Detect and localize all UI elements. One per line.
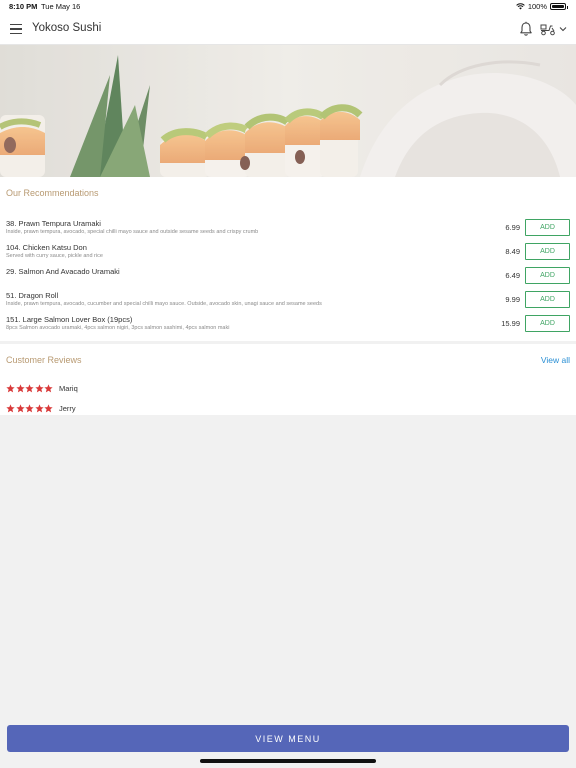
star-icon	[44, 403, 53, 412]
reviewer-name: Mariq	[59, 383, 78, 393]
add-button[interactable]: ADD	[525, 315, 570, 332]
star-icon	[34, 383, 44, 392]
item-name: 29. Salmon And Avacado Uramaki	[6, 267, 120, 276]
add-button[interactable]: ADD	[525, 267, 570, 284]
star-icon	[44, 383, 53, 392]
recommendation-item[interactable]: 38. Prawn Tempura Uramaki Inside, prawn …	[0, 216, 576, 240]
item-price: 9.99	[505, 295, 520, 304]
review-item[interactable]: Mariq	[6, 382, 78, 394]
star-rating	[6, 403, 53, 413]
status-right: 100%	[516, 2, 568, 11]
item-price: 15.99	[501, 319, 520, 328]
review-item[interactable]: Jerry	[6, 402, 76, 414]
item-price: 6.99	[505, 223, 520, 232]
item-description: Inside, prawn tempura, avocado, special …	[6, 229, 259, 235]
recommendation-item[interactable]: 51. Dragon Roll Inside, prawn tempura, a…	[0, 288, 576, 312]
item-price: 6.49	[505, 271, 520, 280]
star-icon	[15, 383, 25, 392]
item-price: 8.49	[505, 247, 520, 256]
battery-percent: 100%	[527, 2, 547, 11]
view-menu-button[interactable]: VIEW MENU	[7, 725, 569, 752]
battery-icon	[550, 3, 568, 10]
star-rating	[6, 383, 53, 393]
item-name: 151. Large Salmon Lover Box (19pcs)	[6, 315, 133, 324]
status-bar: 8:10 PM Tue May 16 100%	[0, 0, 576, 14]
star-icon	[6, 403, 15, 412]
bell-icon[interactable]	[518, 21, 534, 37]
item-name: 104. Chicken Katsu Don	[6, 243, 87, 252]
delivery-scooter-icon[interactable]	[540, 22, 556, 36]
sushi-hero-image	[0, 45, 576, 177]
recommendation-item[interactable]: 29. Salmon And Avacado Uramaki 6.49 ADD	[0, 264, 576, 288]
add-button[interactable]: ADD	[525, 219, 570, 236]
hamburger-menu-icon[interactable]	[10, 24, 22, 35]
item-name: 38. Prawn Tempura Uramaki	[6, 219, 101, 228]
star-icon	[6, 383, 15, 392]
home-indicator	[200, 759, 376, 763]
view-all-link[interactable]: View all	[541, 355, 570, 365]
recommendation-item[interactable]: 151. Large Salmon Lover Box (19pcs) 8pcs…	[0, 312, 576, 336]
item-name: 51. Dragon Roll	[6, 291, 59, 300]
status-date: Tue May 16	[41, 2, 81, 11]
reviews-section: Customer Reviews View all Mariq Jerry	[0, 344, 576, 415]
item-description: Served with curry sauce, pickle and rice	[6, 253, 103, 259]
add-button[interactable]: ADD	[525, 243, 570, 260]
reviewer-name: Jerry	[59, 403, 76, 413]
add-button[interactable]: ADD	[525, 291, 570, 308]
star-icon	[34, 403, 44, 412]
item-description: Inside, prawn tempura, avocado, cucumber…	[6, 301, 322, 307]
recommendations-section: Our Recommendations 38. Prawn Tempura Ur…	[0, 177, 576, 341]
recommendation-item[interactable]: 104. Chicken Katsu Don Served with curry…	[0, 240, 576, 264]
wifi-icon	[516, 3, 525, 10]
chevron-down-icon[interactable]	[559, 25, 567, 33]
app-header: Yokoso Sushi	[0, 14, 576, 45]
recommendations-title: Our Recommendations	[6, 188, 99, 198]
star-icon	[25, 403, 34, 412]
star-icon	[15, 403, 25, 412]
star-icon	[25, 383, 34, 392]
item-description: 8pcs Salmon avocado uramaki, 4pcs salmon…	[6, 325, 230, 331]
page-title: Yokoso Sushi	[32, 22, 102, 34]
reviews-title: Customer Reviews	[6, 355, 82, 365]
status-time: 8:10 PM	[9, 2, 38, 11]
